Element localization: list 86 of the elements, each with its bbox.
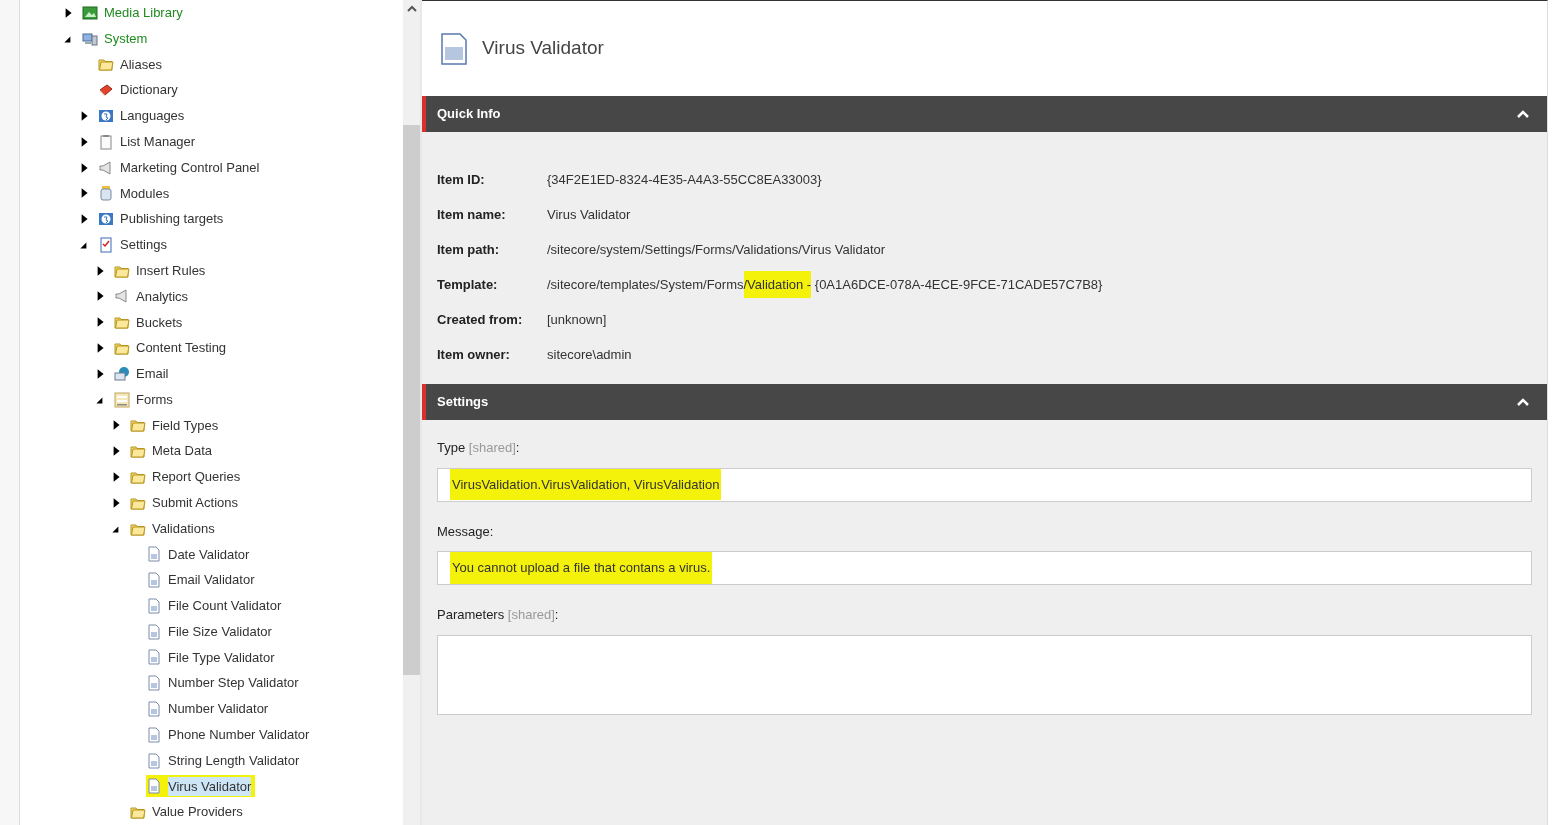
tree-item[interactable]: Modules [98,182,174,205]
text-input-field[interactable]: VirusValidation.VirusValidation, VirusValidation [437,467,1532,502]
collapse-chevron-icon[interactable] [1517,108,1529,120]
tree-item[interactable]: Meta Data [130,440,216,463]
tree-item[interactable]: Marketing Control Panel [98,156,264,179]
tree-item[interactable]: Validations [130,517,219,540]
megaphone-icon [114,288,130,305]
tree-item[interactable]: Field Types [130,414,223,437]
checklist-icon [98,236,114,253]
folder-icon [98,56,114,73]
tree-item[interactable]: Report Queries [130,465,245,488]
tree-item[interactable]: Forms [114,388,177,411]
tree-item[interactable]: Insert Rules [114,259,210,282]
tree-item[interactable]: Number Validator [146,698,273,720]
envelope-icon [114,365,130,382]
tree-item[interactable]: Content Testing [114,337,231,360]
tree-item[interactable]: Aliases [98,53,166,76]
book-icon [98,82,114,99]
form-icon [114,391,130,408]
tree-item[interactable]: Submit Actions [130,491,242,514]
tree-item[interactable]: Email [114,362,173,385]
tree-item[interactable]: List Manager [98,130,200,153]
tree-item[interactable]: Languages [98,105,189,127]
tree-item[interactable]: Dictionary [98,79,182,102]
document-icon [440,32,468,65]
info-value: {0A1A6DCE-078A-4ECE-9FCE-71CADE57C7B8} [813,275,1103,294]
info-label: Item path: [437,240,501,259]
item-title: Virus Validator [482,36,604,61]
globe-icon [98,108,114,124]
info-label: Template: [437,275,499,294]
info-value: [unknown] [547,310,607,329]
document-icon [146,623,162,640]
tree-item[interactable]: Virus Validator [146,775,256,798]
field-label: Parameters [shared]: [437,606,560,624]
info-value: sitecore\admin [547,345,632,364]
parameters-field[interactable] [437,634,1532,715]
text-input-field[interactable]: You cannot upload a file that contans a virus. [437,551,1532,585]
tree-item[interactable]: Phone Number Validator [146,723,314,746]
tree-item[interactable]: Value Providers [130,801,247,824]
info-label: Item name: [437,205,507,224]
tree-item[interactable]: Number Step Validator [146,672,303,695]
document-icon [146,597,162,614]
document-icon [146,778,162,795]
tree-item[interactable]: System [82,27,152,50]
tree-item[interactable]: String Length Validator [146,749,304,772]
jar-icon [98,185,114,202]
document-icon [146,726,162,743]
document-icon [146,675,162,692]
document-icon [146,752,162,769]
info-value: {34F2E1ED-8324-4E35-A4A3-55CC8EA33003} [547,170,822,189]
document-icon [146,546,162,563]
tree-item[interactable]: Media Library [82,1,187,24]
document-icon [146,649,162,666]
globe-icon [98,211,114,228]
picture-icon [82,4,98,21]
tree-item[interactable]: File Count Validator [146,594,286,617]
section-header[interactable]: Settings [422,384,1547,420]
collapse-chevron-icon[interactable] [1517,396,1529,408]
field-label: Message: [437,522,495,541]
megaphone-icon [98,159,114,176]
folder-icon [130,417,146,434]
info-label: Created from: [437,310,524,329]
tree-item[interactable]: Buckets [114,311,187,334]
info-label: Item ID: [437,170,486,189]
info-value: /sitecore/system/Settings/Forms/Validations/Virus Validator [547,240,886,259]
tree-item[interactable]: Email Validator [146,569,259,592]
tree-item[interactable]: File Size Validator [146,620,276,643]
document-icon [146,701,162,717]
folder-icon [130,443,146,460]
tree-item[interactable]: Analytics [114,285,193,308]
computer-icon [82,30,98,47]
scrollbar[interactable] [403,0,420,825]
tree-item[interactable]: Settings [98,233,171,256]
folder-icon [114,340,130,357]
field-label: Type [shared]: [437,439,521,457]
document-icon [146,572,162,589]
info-label: Item owner: [437,345,511,364]
section-header[interactable]: Quick Info [422,96,1547,132]
info-value: Virus Validator [547,205,631,224]
info-value: /sitecore/templates/System/Forms [547,275,744,294]
clipboard-icon [98,133,114,150]
tree-item[interactable]: Publishing targets [98,208,228,231]
tree-item[interactable]: File Type Validator [146,646,279,669]
tree-item[interactable]: Date Validator [146,543,254,566]
folder-icon [130,804,146,821]
folder-icon [114,314,130,331]
